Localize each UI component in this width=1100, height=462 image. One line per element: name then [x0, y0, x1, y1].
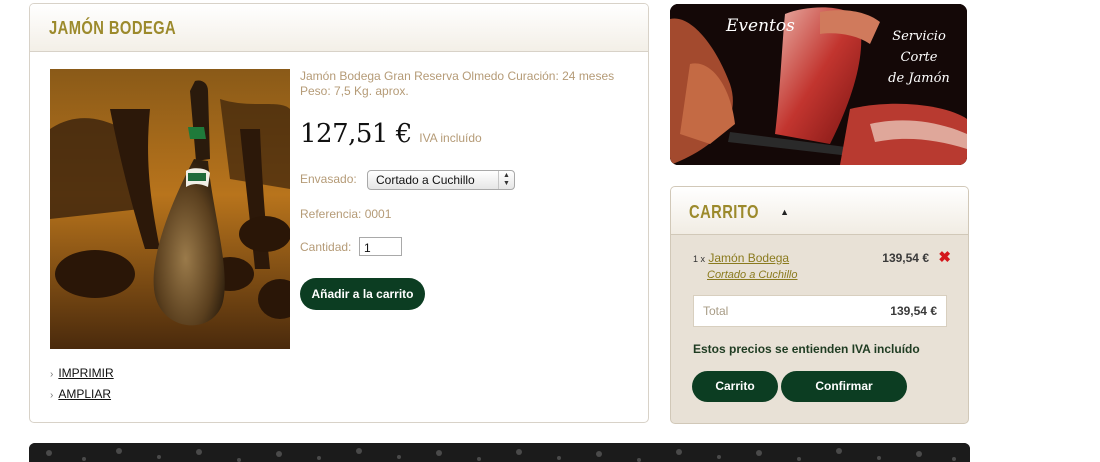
ham-leg-image [50, 69, 290, 349]
texture-pattern [29, 443, 970, 462]
cart-item-quantity: 1 x [693, 254, 706, 264]
chevron-right-icon: › [50, 369, 54, 380]
print-link-row: › IMPRIMIR [50, 366, 114, 380]
tax-note: IVA incluído [419, 131, 482, 145]
quantity-input[interactable] [359, 237, 402, 256]
remove-item-icon[interactable]: ✖ [938, 250, 951, 265]
quantity-label: Cantidad: [300, 240, 352, 254]
cart-panel: CARRITO ▲ 1 x Jamón Bodega 139,54 € ✖ Cor… [670, 186, 969, 424]
quantity-row: Cantidad: [300, 237, 402, 256]
chevron-right-icon: › [50, 390, 54, 401]
banner-servicio-line-3: de Jamón [888, 71, 950, 86]
product-reference: Referencia: 0001 [300, 207, 392, 221]
vat-note: Estos precios se entienden IVA incluído [693, 342, 920, 356]
print-link[interactable]: IMPRIMIR [58, 366, 113, 380]
cart-header[interactable]: CARRITO ▲ [671, 187, 968, 235]
reference-row: Referencia: 0001 [300, 207, 391, 221]
enlarge-link-row: › AMPLIAR [50, 387, 114, 401]
cart-item: 1 x Jamón Bodega 139,54 € ✖ Cortado a Cu… [693, 250, 951, 281]
packaging-selected-value: Cortado a Cuchillo [376, 173, 475, 187]
product-price: 127,51 € [300, 119, 412, 149]
confirm-button[interactable]: Confirmar [781, 371, 907, 402]
total-label: Total [703, 304, 729, 318]
product-details: Jamón Bodega Gran Reserva Olmedo Curació… [300, 69, 640, 310]
product-image[interactable] [50, 69, 290, 349]
view-cart-button[interactable]: Carrito [692, 371, 778, 402]
enlarge-link[interactable]: AMPLIAR [58, 387, 111, 401]
description-line-2: Peso: 7,5 Kg. aprox. [300, 84, 409, 98]
product-header: JAMÓN BODEGA [30, 4, 648, 52]
collapse-caret-icon[interactable]: ▲ [780, 207, 789, 217]
events-banner[interactable]: Eventos Servicio Corte de Jamón [670, 4, 967, 165]
packaging-label: Envasado: [300, 172, 357, 186]
cart-title: CARRITO [689, 202, 759, 222]
banner-servicio-line-2: Corte [900, 50, 938, 65]
select-arrows-icon: ▲ ▼ [498, 171, 514, 189]
product-title: JAMÓN BODEGA [49, 18, 177, 38]
product-links: › IMPRIMIR › AMPLIAR [50, 366, 114, 408]
total-value: 139,54 € [890, 304, 937, 318]
cart-item-link[interactable]: Jamón Bodega [708, 251, 789, 265]
footer-banner-strip [29, 443, 970, 462]
add-to-cart-button[interactable]: Añadir a la carrito [300, 278, 425, 310]
banner-servicio: Servicio Corte de Jamón [876, 26, 962, 89]
cart-item-price: 139,54 € [882, 251, 929, 265]
packaging-row: Envasado: Cortado a Cuchillo ▲ ▼ [300, 170, 515, 190]
description-line-1: Jamón Bodega Gran Reserva Olmedo Curació… [300, 69, 615, 83]
price-row: 127,51 € IVA incluído [300, 119, 640, 149]
cart-item-variant[interactable]: Cortado a Cuchillo [707, 269, 798, 281]
product-panel: JAMÓN BODEGA Jamón Bodega Gran Reserva O… [29, 3, 649, 423]
banner-eventos: Eventos [726, 16, 795, 36]
product-description: Jamón Bodega Gran Reserva Olmedo Curació… [300, 69, 640, 99]
packaging-select[interactable]: Cortado a Cuchillo ▲ ▼ [367, 170, 515, 190]
cart-total-box: Total 139,54 € [693, 295, 947, 327]
banner-servicio-line-1: Servicio [892, 29, 946, 44]
